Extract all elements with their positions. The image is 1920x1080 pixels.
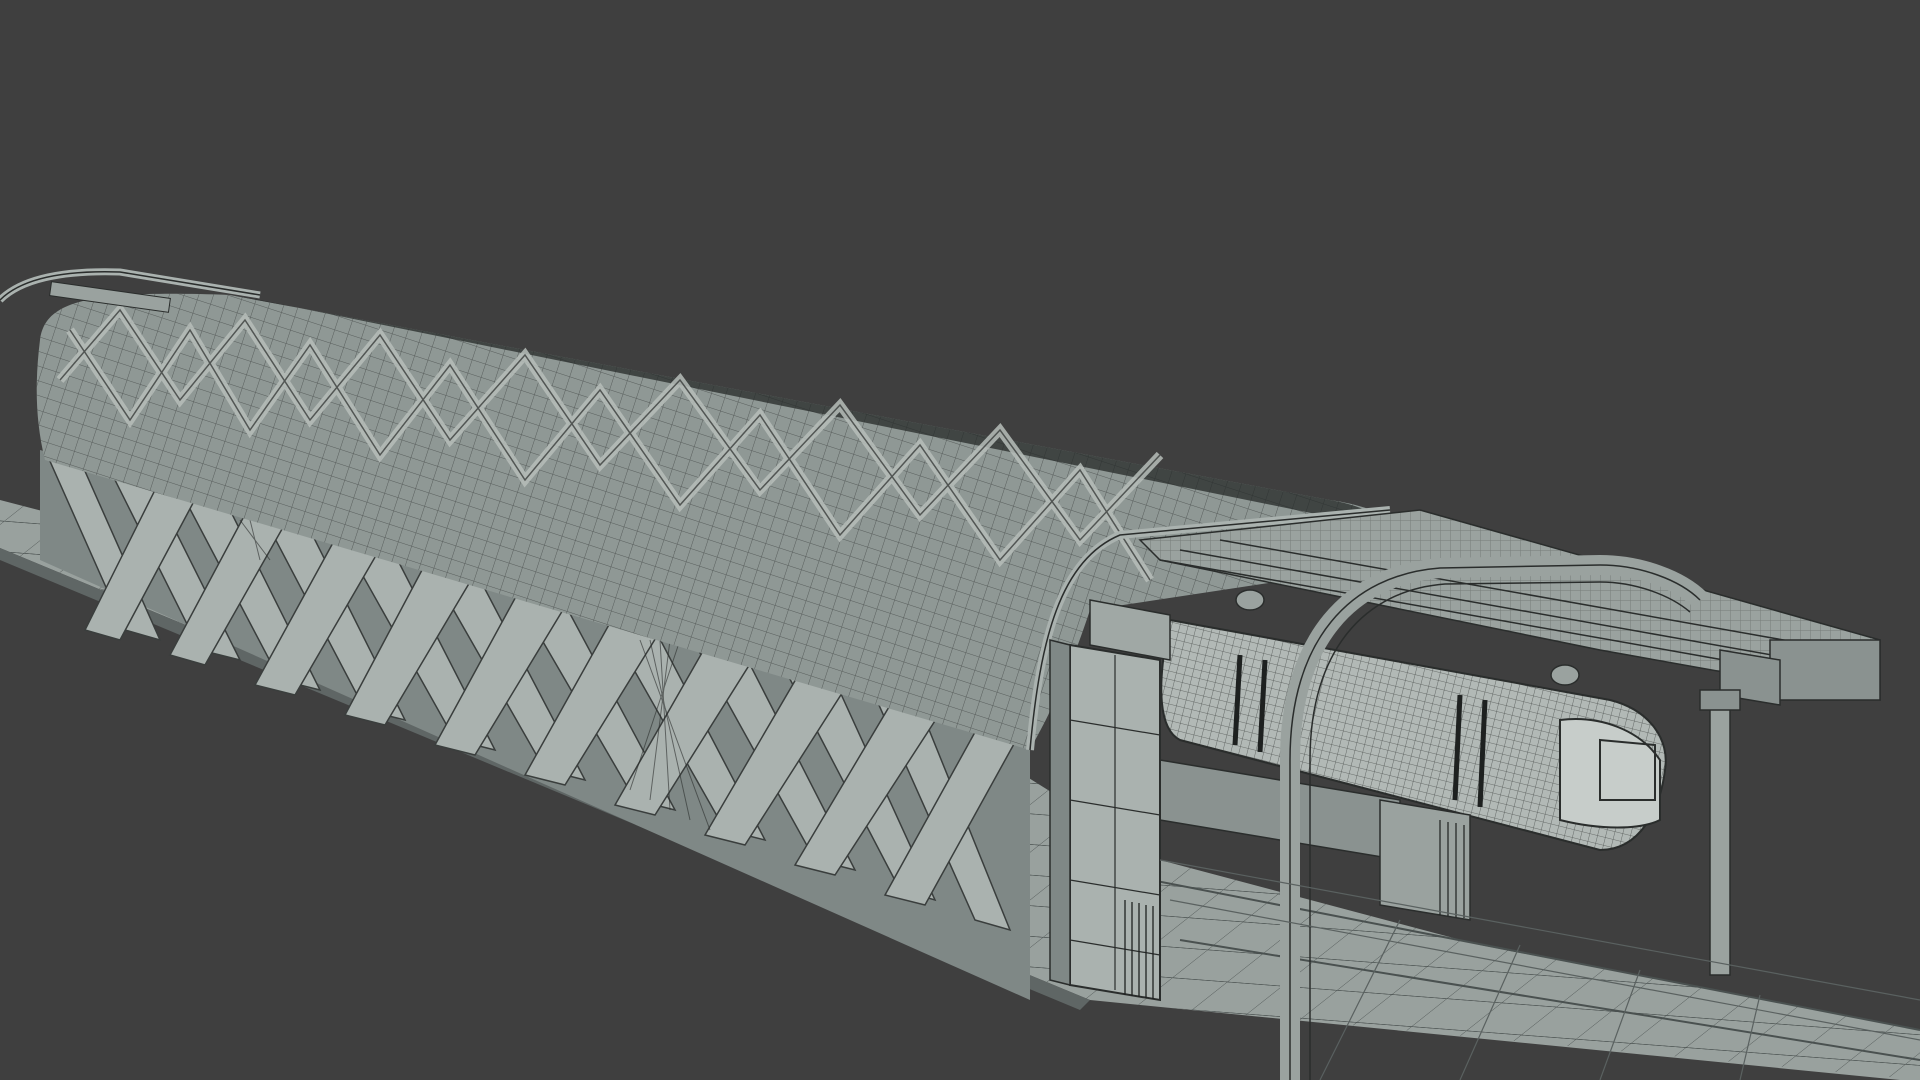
front-column: [1049, 639, 1161, 1002]
3d-viewport[interactable]: [0, 0, 1920, 1080]
right-support-column: [1699, 689, 1741, 976]
scene-render: [0, 268, 1920, 1080]
